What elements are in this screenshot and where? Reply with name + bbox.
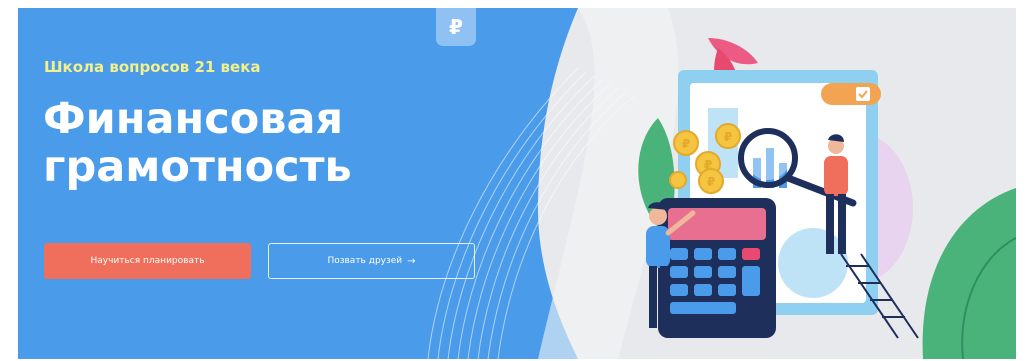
calculator-icon xyxy=(658,198,776,338)
coin-symbol: ₽ xyxy=(682,137,690,151)
coin-symbol: ₽ xyxy=(724,130,732,144)
check-icon xyxy=(856,87,870,101)
finance-illustration: ₽ ₽ ₽ ₽ xyxy=(638,38,1016,359)
leaf-icon xyxy=(922,188,1016,359)
coin-symbol: ₽ xyxy=(707,175,715,189)
hero-banner: ₽ Школа вопросов 21 века Финансовая грам… xyxy=(18,8,1016,359)
